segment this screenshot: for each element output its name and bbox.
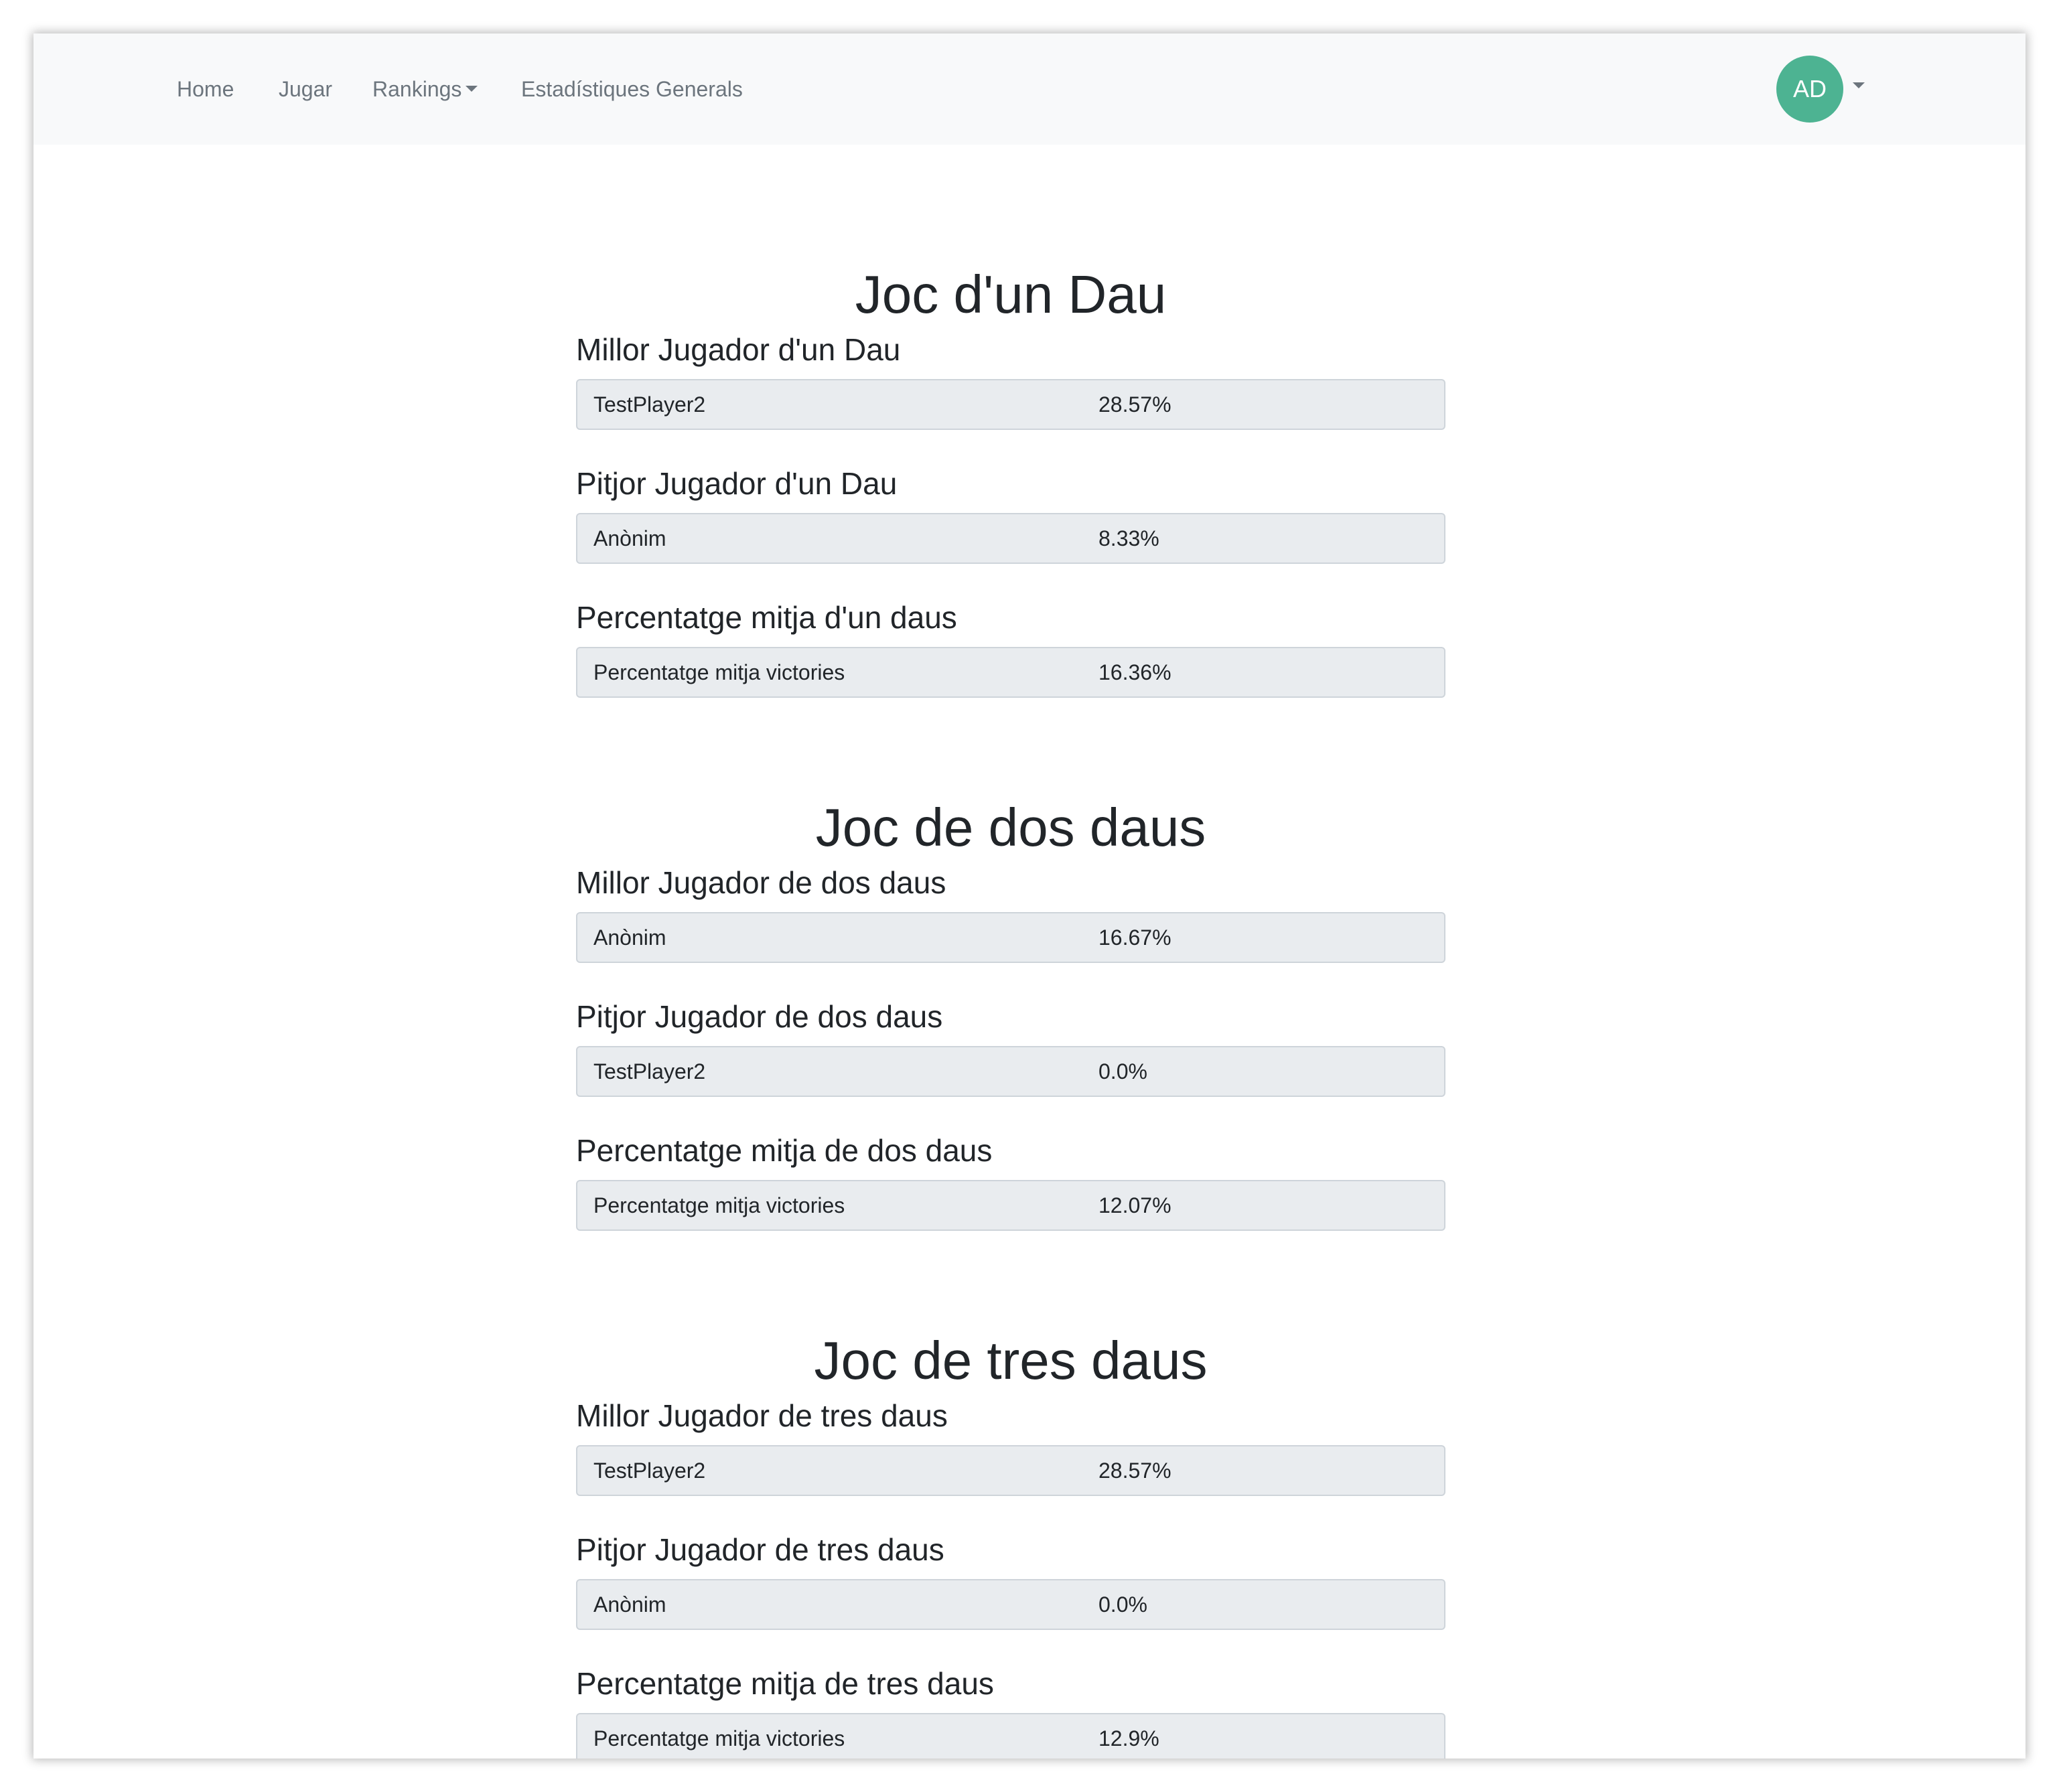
top-navbar: Home Jugar Rankings Estadístiques Genera…	[33, 33, 2026, 145]
player-name: TestPlayer2	[576, 379, 1084, 430]
win-percentage: 28.57%	[1082, 1445, 1445, 1496]
average-label: Percentatge mitja victories	[576, 647, 1084, 698]
average-percentage: 12.9%	[1082, 1713, 1445, 1759]
player-name: Anònim	[576, 1579, 1084, 1630]
section-title: Joc de dos daus	[815, 798, 1206, 857]
best-player-heading: Millor Jugador de tres daus	[576, 1398, 948, 1433]
best-player-heading: Millor Jugador de dos daus	[576, 865, 946, 900]
average-row: Percentatge mitja victories 12.07%	[576, 1180, 1445, 1231]
player-name: Anònim	[576, 513, 1084, 564]
best-player-row: TestPlayer2 28.57%	[576, 1445, 1445, 1496]
worst-player-heading: Pitjor Jugador de dos daus	[576, 999, 943, 1034]
best-player-row: TestPlayer2 28.57%	[576, 379, 1445, 430]
average-heading: Percentatge mitja de dos daus	[576, 1133, 993, 1168]
win-percentage: 0.0%	[1082, 1579, 1445, 1630]
worst-player-row: TestPlayer2 0.0%	[576, 1046, 1445, 1097]
win-percentage: 28.57%	[1082, 379, 1445, 430]
average-label: Percentatge mitja victories	[576, 1180, 1084, 1231]
win-percentage: 0.0%	[1082, 1046, 1445, 1097]
nav-dropdown-rankings[interactable]: Rankings	[372, 33, 478, 145]
nav-link-estadistiques-generals[interactable]: Estadístiques Generals	[521, 33, 743, 145]
section-title: Joc de tres daus	[814, 1331, 1208, 1390]
average-percentage: 16.36%	[1082, 647, 1445, 698]
player-name: TestPlayer2	[576, 1046, 1084, 1097]
worst-player-heading: Pitjor Jugador d'un Dau	[576, 466, 898, 501]
chevron-down-icon	[466, 86, 478, 92]
player-name: TestPlayer2	[576, 1445, 1084, 1496]
average-heading: Percentatge mitja d'un daus	[576, 600, 957, 635]
win-percentage: 8.33%	[1082, 513, 1445, 564]
best-player-row: Anònim 16.67%	[576, 912, 1445, 963]
average-row: Percentatge mitja victories 12.9%	[576, 1713, 1445, 1759]
nav-link-jugar[interactable]: Jugar	[279, 33, 332, 145]
nav-link-home[interactable]: Home	[177, 33, 234, 145]
player-name: Anònim	[576, 912, 1084, 963]
win-percentage: 16.67%	[1082, 912, 1445, 963]
browser-viewport: Home Jugar Rankings Estadístiques Genera…	[33, 33, 2026, 1759]
worst-player-row: Anònim 0.0%	[576, 1579, 1445, 1630]
average-percentage: 12.07%	[1082, 1180, 1445, 1231]
worst-player-row: Anònim 8.33%	[576, 513, 1445, 564]
best-player-heading: Millor Jugador d'un Dau	[576, 332, 901, 367]
chevron-down-icon[interactable]	[1853, 82, 1865, 88]
average-heading: Percentatge mitja de tres daus	[576, 1666, 994, 1701]
average-label: Percentatge mitja victories	[576, 1713, 1084, 1759]
average-row: Percentatge mitja victories 16.36%	[576, 647, 1445, 698]
avatar[interactable]: AD	[1776, 56, 1843, 123]
section-title: Joc d'un Dau	[855, 265, 1167, 324]
worst-player-heading: Pitjor Jugador de tres daus	[576, 1532, 944, 1567]
nav-link-rankings-label: Rankings	[372, 77, 462, 101]
